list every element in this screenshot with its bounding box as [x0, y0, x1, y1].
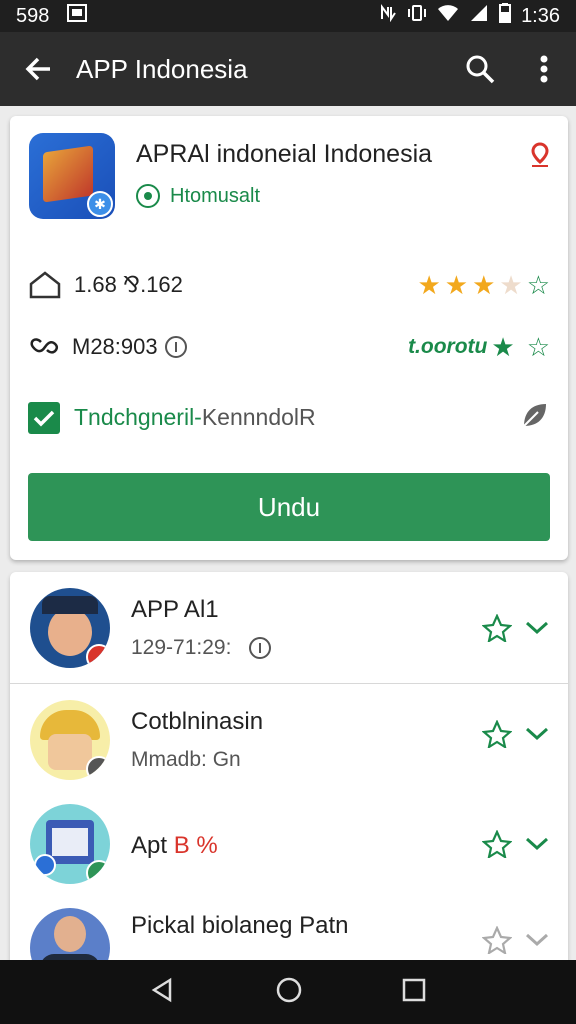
system-navigation-bar	[0, 960, 576, 1024]
item-subtitle: 129-71:29:	[131, 636, 232, 659]
star-half-icon: ★	[499, 270, 523, 300]
avatar	[30, 700, 110, 780]
category-row[interactable]: Tndchgneril- KennndolR	[28, 400, 550, 435]
star-full-icon: ★	[417, 270, 441, 300]
downloads-row: 1.68 ⅋.162 ★ ★ ★ ★ ☆	[28, 270, 550, 300]
home-icon	[29, 271, 61, 299]
verified-icon	[136, 184, 160, 208]
item-title: APP Al1	[131, 596, 219, 623]
list-item[interactable]: Cotblninasin Mmadb: Gn	[10, 684, 568, 796]
search-button[interactable]	[448, 32, 512, 106]
checkbox[interactable]	[28, 401, 60, 434]
check-chevron-icon	[525, 727, 549, 741]
star-outline-icon	[482, 926, 512, 954]
badge-icon	[86, 860, 110, 884]
triangle-back-icon	[151, 977, 171, 1002]
category-secondary: KennndolR	[201, 404, 316, 430]
info-icon	[249, 637, 271, 659]
app-icon: ✱	[29, 133, 115, 219]
page-title: APP Indonesia	[76, 53, 248, 84]
settings-badge-icon: ✱	[87, 191, 113, 217]
star-outline-icon: ☆	[526, 332, 550, 362]
item-title: Cotblninasin	[131, 708, 264, 735]
app-bar: APP Indonesia	[0, 32, 576, 106]
check-chevron-icon	[525, 837, 549, 851]
list-item[interactable]: Apt B %	[10, 796, 568, 908]
signal-icon	[469, 4, 489, 28]
avatar	[30, 588, 110, 668]
star-full-icon: ★	[472, 270, 496, 300]
downloads-count: 1.68 ⅋.162	[74, 272, 183, 297]
avatar	[30, 804, 110, 884]
back-arrow-icon	[25, 57, 50, 81]
star-outline-icon	[482, 720, 512, 748]
star-outline-icon	[482, 614, 512, 642]
link-icon	[30, 338, 58, 354]
app-size: M28:903	[72, 334, 158, 359]
square-recents-icon	[403, 978, 426, 1001]
wifi-icon	[437, 4, 459, 28]
chevron-down-icon	[525, 933, 549, 947]
status-number: 598	[16, 4, 50, 27]
badge-icon	[86, 644, 110, 668]
list-item[interactable]: APP Al1 129-71:29:	[10, 572, 568, 684]
more-options-button[interactable]	[512, 32, 576, 106]
circle-home-icon	[276, 977, 302, 1002]
rating-stars: ★ ★ ★ ★ ☆	[417, 272, 550, 298]
status-time: 1:36	[521, 4, 560, 27]
star-full-icon: ★	[491, 332, 515, 362]
nfc-icon	[379, 3, 397, 28]
item-title-accent: B %	[173, 832, 218, 859]
location-pin-icon[interactable]	[530, 142, 550, 173]
badge-icon	[86, 756, 110, 780]
back-button[interactable]	[0, 32, 76, 106]
search-icon	[466, 55, 495, 84]
battery-icon	[499, 3, 512, 29]
info-icon	[164, 336, 187, 358]
star-full-icon: ★	[444, 270, 469, 300]
star-outline-icon	[482, 830, 512, 858]
star-outline-icon: ☆	[526, 270, 550, 300]
nav-recents-button[interactable]	[402, 978, 426, 1007]
nav-back-button[interactable]	[150, 977, 176, 1008]
install-button[interactable]: Undu	[28, 473, 550, 541]
app-details-card: ✱ APRAl indoneial Indonesia Htomusalt 1.…	[10, 116, 568, 560]
check-icon	[33, 410, 55, 426]
reviews-label: t.oorotu	[408, 335, 488, 358]
leaf-icon[interactable]	[520, 400, 550, 435]
size-row: M28:903 t.oorotu ★ ☆	[28, 334, 550, 360]
item-subtitle: Mmadb: Gn	[131, 748, 241, 771]
nav-home-button[interactable]	[275, 976, 303, 1009]
more-vert-icon	[540, 55, 548, 83]
item-title: Apt B %	[131, 832, 218, 859]
status-bar: 598 1:36	[0, 0, 576, 32]
vibrate-icon	[407, 4, 427, 28]
check-chevron-icon	[525, 621, 549, 635]
developer-link[interactable]: Htomusalt	[136, 184, 260, 208]
related-apps-list: APP Al1 129-71:29: Cotblninasin Mmadb: G…	[10, 572, 568, 972]
item-title: Pickal biolaneg Patn	[131, 912, 349, 939]
image-notification-icon	[67, 4, 88, 28]
category-label: Tndchgneril-	[74, 404, 202, 430]
developer-name: Htomusalt	[170, 184, 261, 207]
app-name: APRAl indoneial Indonesia	[136, 140, 433, 168]
